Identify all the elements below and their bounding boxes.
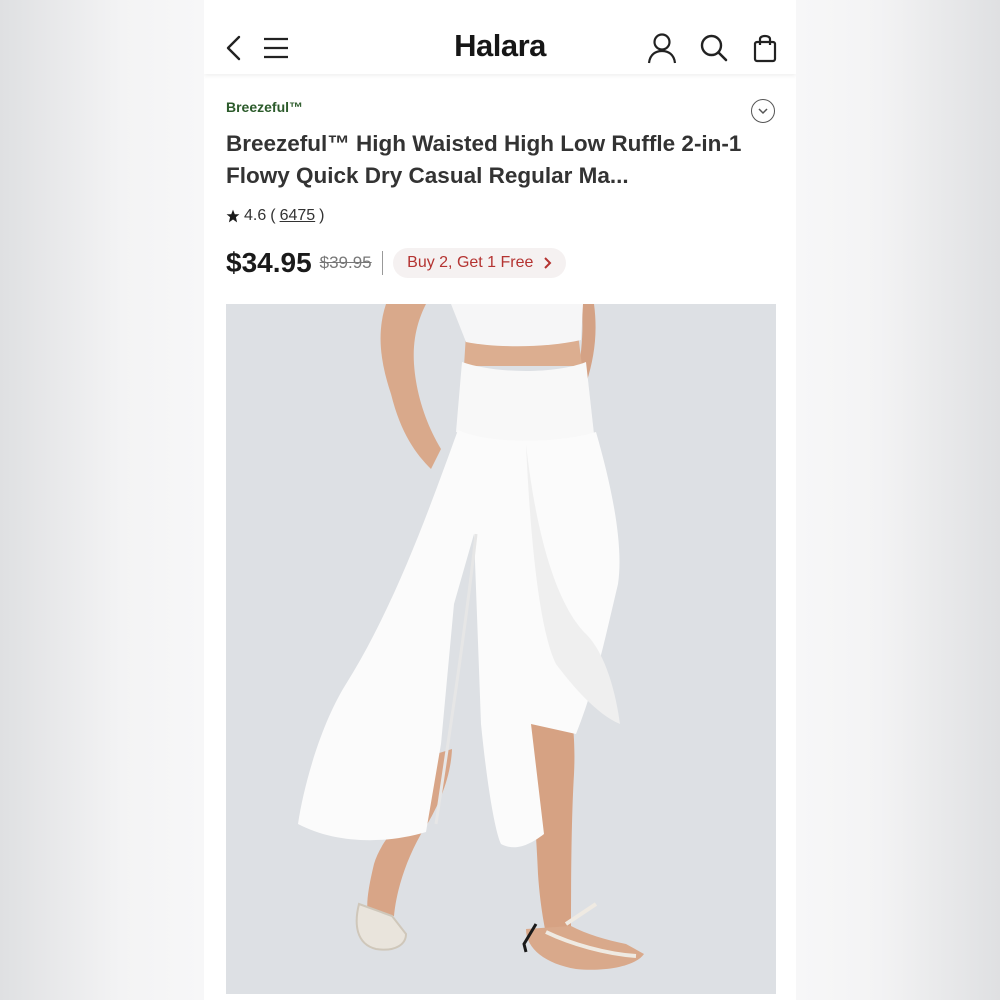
- rating-paren-close: ): [319, 207, 325, 224]
- price-divider: [381, 251, 384, 275]
- brand-label[interactable]: Breezeful™: [226, 99, 303, 115]
- logo-text: Halara: [454, 28, 546, 63]
- account-icon[interactable]: [644, 30, 680, 66]
- product-title: Breezeful™ High Waisted High Low Ruffle …: [226, 131, 742, 188]
- product-image[interactable]: [226, 304, 776, 994]
- promo-text: Buy 2, Get 1 Free: [407, 254, 534, 271]
- expand-details-button[interactable]: [751, 99, 775, 123]
- sale-price: $34.95: [226, 247, 312, 278]
- rating-paren-open: (: [270, 207, 276, 224]
- rating-summary: 4.6 ( 6475 ): [226, 207, 325, 225]
- app-screen: Halara Breezeful™ Breezeful™ High Waiste…: [204, 0, 796, 1000]
- bag-icon[interactable]: [747, 30, 783, 66]
- rating-value: 4.6: [244, 207, 267, 224]
- original-price: $39.95: [319, 253, 372, 272]
- price-row: $34.95 $39.95 Buy 2, Get 1 Free: [226, 245, 567, 281]
- star-icon: [226, 209, 240, 223]
- top-nav-bar: Halara: [204, 0, 796, 74]
- review-count-link[interactable]: 6475: [280, 207, 316, 225]
- search-icon[interactable]: [696, 30, 732, 66]
- chevron-right-icon: [544, 257, 552, 269]
- chevron-down-icon: [758, 107, 768, 114]
- promo-badge[interactable]: Buy 2, Get 1 Free: [393, 248, 567, 278]
